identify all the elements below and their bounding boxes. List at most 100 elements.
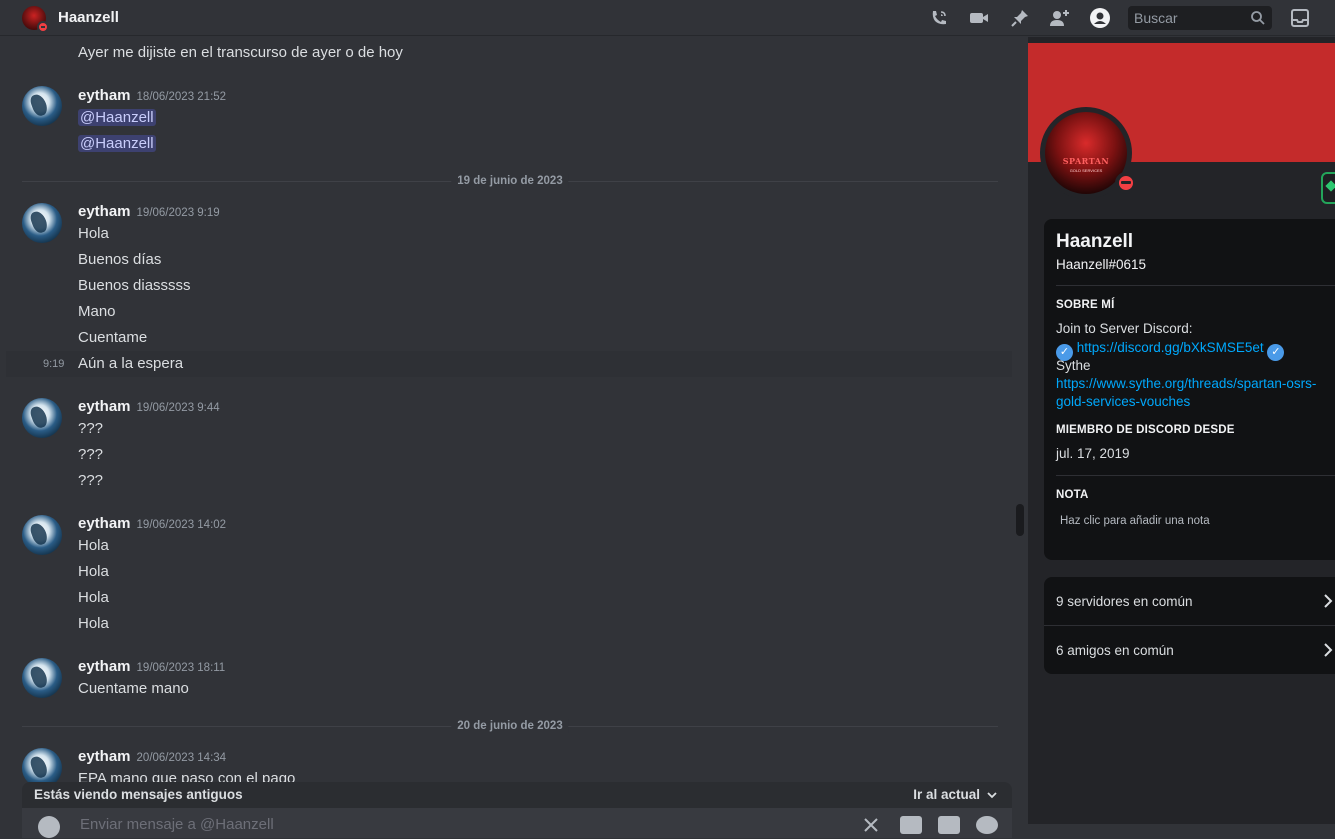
inbox-icon[interactable] <box>1289 7 1311 29</box>
author-name[interactable]: eytham <box>78 658 131 675</box>
message-author[interactable]: eytham 18/06/2023 21:52 <box>78 86 226 107</box>
member-since-date: jul. 17, 2019 <box>1056 446 1130 461</box>
message-text: Hola <box>78 615 109 632</box>
message-text: @Haanzell <box>78 108 156 128</box>
message-text: Hola <box>78 563 109 580</box>
note-heading: NOTA <box>1056 489 1089 501</box>
sythe-link[interactable]: https://www.sythe.org/threads/spartan-os… <box>1056 375 1316 393</box>
user-profile-panel: SPARTAN GOLD SERVICES Haanzell Haanzell#… <box>1028 37 1335 824</box>
sticker-icon[interactable] <box>938 816 960 834</box>
author-avatar[interactable] <box>22 203 62 243</box>
channel-title: Haanzell <box>58 9 119 26</box>
message-author[interactable]: eytham 19/06/2023 9:19 <box>78 202 220 223</box>
author-avatar[interactable] <box>22 398 62 438</box>
message-text: Mano <box>78 303 116 320</box>
message-text: Buenos días <box>78 251 162 268</box>
mutual-servers-row[interactable]: 9 servidores en común <box>1044 577 1335 625</box>
discord-invite-link[interactable]: https://discord.gg/bXkSMSE5et <box>1077 340 1264 355</box>
author-name[interactable]: eytham <box>78 87 131 104</box>
author-name[interactable]: eytham <box>78 398 131 415</box>
mutual-servers-label[interactable]: 9 servidores en común <box>1056 594 1193 609</box>
about-me-heading: SOBRE MÍ <box>1056 299 1115 311</box>
profile-avatar-frame: SPARTAN GOLD SERVICES <box>1040 107 1137 199</box>
message-text: ??? <box>78 472 104 489</box>
gift-icon[interactable] <box>862 816 884 834</box>
message-author[interactable]: eytham 19/06/2023 9:44 <box>78 397 220 418</box>
date-divider-label: 19 de junio de 2023 <box>451 174 569 188</box>
mutual-section: 9 servidores en común 6 amigos en común <box>1044 577 1335 674</box>
sythe-link-continued[interactable]: gold-services-vouches <box>1056 393 1190 411</box>
mutual-friends-row[interactable]: 6 amigos en común <box>1044 626 1335 674</box>
old-messages-bar: Estás viendo mensajes antiguos Ir al act… <box>22 782 1012 808</box>
message-timestamp: 19/06/2023 9:44 <box>136 402 220 414</box>
old-messages-label: Estás viendo mensajes antiguos <box>34 787 243 802</box>
channel-header: Haanzell <box>0 0 1335 36</box>
add-member-icon[interactable] <box>1049 7 1071 29</box>
chevron-right-icon <box>1324 594 1333 608</box>
message-text: Aún a la espera <box>78 355 184 372</box>
message-timestamp: 18/06/2023 21:52 <box>136 91 227 103</box>
emoji-icon[interactable] <box>976 816 998 834</box>
message-timestamp: 19/06/2023 9:19 <box>136 207 220 219</box>
message-text: ??? <box>78 446 104 463</box>
message-timestamp: 19/06/2023 18:11 <box>136 662 226 674</box>
message-text: @Haanzell <box>78 134 156 154</box>
message-text: Ayer me dijiste en el transcurso de ayer… <box>78 44 403 61</box>
message-author[interactable]: eytham 19/06/2023 18:11 <box>78 657 225 678</box>
search-box[interactable] <box>1128 6 1272 30</box>
message-author[interactable]: eytham 19/06/2023 14:02 <box>78 514 226 535</box>
message-text: Buenos diasssss <box>78 277 191 294</box>
message-text: ??? <box>78 420 104 437</box>
author-name[interactable]: eytham <box>78 748 131 765</box>
user-mention[interactable]: @Haanzell <box>78 135 156 152</box>
jump-to-present-label[interactable]: Ir al actual <box>913 787 980 802</box>
profile-display-name: Haanzell <box>1056 231 1134 252</box>
message-text: Cuentame mano <box>78 680 189 697</box>
message-input[interactable] <box>80 814 680 834</box>
hover-timestamp: 9:19 <box>43 358 65 370</box>
message-list[interactable]: Ayer me dijiste en el transcurso de ayer… <box>0 37 1012 824</box>
profile-toggle-icon[interactable] <box>1089 7 1111 29</box>
nitro-badge-icon[interactable] <box>1321 172 1335 204</box>
author-avatar[interactable] <box>22 658 62 698</box>
mutual-friends-label[interactable]: 6 amigos en común <box>1056 643 1174 658</box>
author-name[interactable]: eytham <box>78 203 131 220</box>
about-me-text: Sythe <box>1056 358 1091 373</box>
date-divider: 20 de junio de 2023 <box>22 719 998 733</box>
gif-icon[interactable] <box>900 816 922 834</box>
divider <box>1056 285 1335 286</box>
chevron-right-icon <box>1324 643 1333 657</box>
message-author[interactable]: eytham 20/06/2023 14:34 <box>78 747 226 768</box>
note-input[interactable] <box>1056 511 1326 531</box>
author-avatar[interactable] <box>22 86 62 126</box>
dnd-status-icon <box>37 21 49 33</box>
attach-plus-icon[interactable] <box>38 816 60 838</box>
user-mention[interactable]: @Haanzell <box>78 109 156 126</box>
message-text: Cuentame <box>78 329 148 346</box>
author-name[interactable]: eytham <box>78 515 131 532</box>
about-me-text: Join to Server Discord: <box>1056 321 1193 336</box>
video-icon[interactable] <box>968 7 990 29</box>
search-input[interactable] <box>1128 6 1248 30</box>
message-text: Hola <box>78 225 109 242</box>
jump-to-present-button[interactable]: Ir al actual <box>913 787 998 802</box>
message-text: Hola <box>78 589 109 606</box>
verified-check-icon: ✓ <box>1267 344 1285 361</box>
avatar-logo-text: SPARTAN <box>1062 156 1110 166</box>
author-avatar[interactable] <box>22 515 62 555</box>
chevron-down-icon <box>987 791 997 798</box>
member-since-heading: MIEMBRO DE DISCORD DESDE <box>1056 424 1235 436</box>
profile-username: Haanzell#0615 <box>1056 257 1147 272</box>
divider <box>1056 475 1335 476</box>
search-icon <box>1251 11 1265 25</box>
message-timestamp: 19/06/2023 14:02 <box>136 519 227 531</box>
date-divider: 19 de junio de 2023 <box>22 174 998 188</box>
call-icon[interactable] <box>928 7 950 29</box>
scrollbar-thumb[interactable] <box>1016 504 1024 536</box>
dm-avatar[interactable] <box>22 6 49 33</box>
message-composer[interactable] <box>22 808 1012 838</box>
pin-icon[interactable] <box>1009 7 1031 29</box>
message-timestamp: 20/06/2023 14:34 <box>136 752 227 764</box>
date-divider-label: 20 de junio de 2023 <box>451 719 569 733</box>
message-text: Hola <box>78 537 109 554</box>
